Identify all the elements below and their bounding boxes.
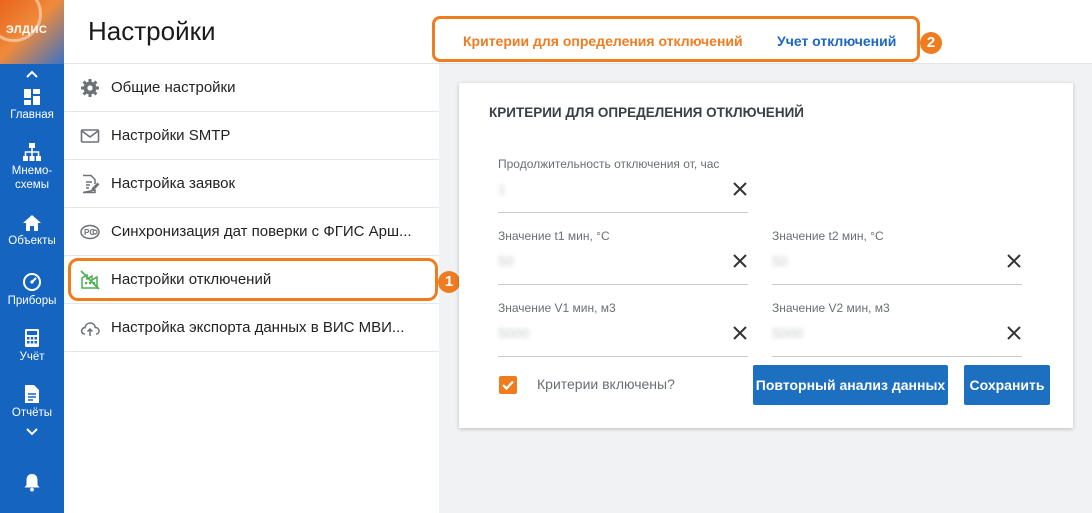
settings-item-requests[interactable]: Настройка заявок bbox=[64, 160, 439, 208]
calculator-icon bbox=[25, 329, 39, 347]
mail-icon bbox=[80, 129, 100, 143]
gear-icon bbox=[81, 79, 99, 97]
v2-input[interactable]: 5000 bbox=[772, 325, 803, 341]
logo-text: ЭЛДИС bbox=[6, 24, 48, 36]
settings-item-label: Синхронизация дат поверки с ФГИС Арш... bbox=[111, 223, 412, 240]
rail-item-mnemo[interactable]: Мнемо- схемы bbox=[0, 142, 64, 192]
clear-icon[interactable] bbox=[732, 325, 748, 341]
clear-icon[interactable] bbox=[1006, 253, 1022, 269]
v1-input[interactable]: 5000 bbox=[498, 325, 529, 341]
settings-item-label: Настройка экспорта данных в ВИС МВИ... bbox=[111, 319, 405, 336]
duration-field[interactable]: Продолжительность отключения от, час 1 bbox=[498, 157, 748, 213]
rail-item-devices[interactable]: Приборы bbox=[0, 272, 64, 308]
step-badge-2: 2 bbox=[920, 32, 942, 54]
rail-label-line2: схемы bbox=[15, 179, 49, 191]
nav-rail: ЭЛДИС Главная Мнемо- схемы Объекты Прибо… bbox=[0, 0, 64, 513]
dashboard-icon bbox=[24, 89, 40, 105]
active-item-highlight bbox=[68, 258, 438, 301]
settings-item-fgis-sync[interactable]: PC Синхронизация дат поверки с ФГИС Арш.… bbox=[64, 208, 439, 256]
criteria-card: КРИТЕРИИ ДЛЯ ОПРЕДЕЛЕНИЯ ОТКЛЮЧЕНИЙ Прод… bbox=[459, 83, 1073, 428]
tabs-container: Критерии для определения отключений Учет… bbox=[432, 16, 920, 62]
sync-badge-icon: PC bbox=[80, 224, 100, 240]
rail-label: Учёт bbox=[19, 351, 45, 363]
t2-label: Значение t2 мин, °C bbox=[772, 229, 884, 243]
settings-item-export[interactable]: Настройка экспорта данных в ВИС МВИ... bbox=[64, 304, 439, 352]
hierarchy-icon bbox=[23, 143, 41, 161]
clear-icon[interactable] bbox=[732, 253, 748, 269]
settings-item-general[interactable]: Общие настройки bbox=[64, 64, 439, 112]
cloud-upload-icon bbox=[80, 322, 100, 336]
duration-input[interactable]: 1 bbox=[498, 181, 506, 197]
rail-item-objects[interactable]: Объекты bbox=[0, 214, 64, 248]
page-title: Настройки bbox=[88, 16, 216, 46]
home-icon bbox=[23, 215, 41, 231]
t2-input[interactable]: 50 bbox=[772, 253, 788, 269]
v1-label: Значение V1 мин, м3 bbox=[498, 301, 616, 315]
chevron-up-icon[interactable] bbox=[0, 68, 64, 82]
settings-item-smtp[interactable]: Настройки SMTP bbox=[64, 112, 439, 160]
t2-field[interactable]: Значение t2 мин, °C 50 bbox=[772, 229, 1022, 285]
v1-field[interactable]: Значение V1 мин, м3 5000 bbox=[498, 301, 748, 357]
duration-label: Продолжительность отключения от, час bbox=[498, 157, 720, 171]
step-badge-1: 1 bbox=[438, 271, 460, 293]
criteria-enabled-checkbox[interactable] bbox=[499, 376, 517, 394]
rail-item-reports[interactable]: Отчёты bbox=[0, 384, 64, 420]
t1-input[interactable]: 50 bbox=[498, 253, 514, 269]
bell-icon[interactable] bbox=[0, 472, 64, 495]
settings-item-label: Настройки SMTP bbox=[111, 127, 231, 144]
v2-label: Значение V2 мин, м3 bbox=[772, 301, 890, 315]
page-header: Настройки Критерии для определения отклю… bbox=[64, 0, 1092, 64]
tab-outage-criteria[interactable]: Критерии для определения отключений bbox=[463, 33, 743, 49]
chevron-down-icon[interactable] bbox=[0, 426, 64, 440]
tab-outage-accounting[interactable]: Учет отключений bbox=[777, 33, 896, 49]
rail-label: Приборы bbox=[7, 295, 57, 307]
rail-label: Мнемо- bbox=[11, 165, 53, 177]
save-button[interactable]: Сохранить bbox=[964, 365, 1050, 405]
card-title: КРИТЕРИИ ДЛЯ ОПРЕДЕЛЕНИЯ ОТКЛЮЧЕНИЙ bbox=[489, 105, 804, 120]
edit-document-icon bbox=[82, 174, 100, 194]
t1-label: Значение t1 мин, °C bbox=[498, 229, 610, 243]
app-logo[interactable]: ЭЛДИС bbox=[0, 0, 64, 64]
rail-item-accounting[interactable]: Учёт bbox=[0, 328, 64, 364]
t1-field[interactable]: Значение t1 мин, °C 50 bbox=[498, 229, 748, 285]
clear-icon[interactable] bbox=[1006, 325, 1022, 341]
reanalyze-button[interactable]: Повторный анализ данных bbox=[753, 365, 948, 405]
check-icon bbox=[502, 380, 514, 391]
gauge-icon bbox=[23, 273, 41, 291]
rail-label: Объекты bbox=[8, 235, 56, 247]
document-icon bbox=[25, 385, 39, 403]
v2-field[interactable]: Значение V2 мин, м3 5000 bbox=[772, 301, 1022, 357]
criteria-enabled-label: Критерии включены? bbox=[537, 376, 675, 392]
rail-item-home[interactable]: Главная bbox=[0, 88, 64, 122]
settings-item-label: Настройка заявок bbox=[111, 175, 236, 192]
rail-label: Главная bbox=[10, 109, 54, 121]
rail-label: Отчёты bbox=[11, 407, 53, 419]
clear-icon[interactable] bbox=[732, 181, 748, 197]
settings-item-label: Общие настройки bbox=[111, 79, 236, 96]
